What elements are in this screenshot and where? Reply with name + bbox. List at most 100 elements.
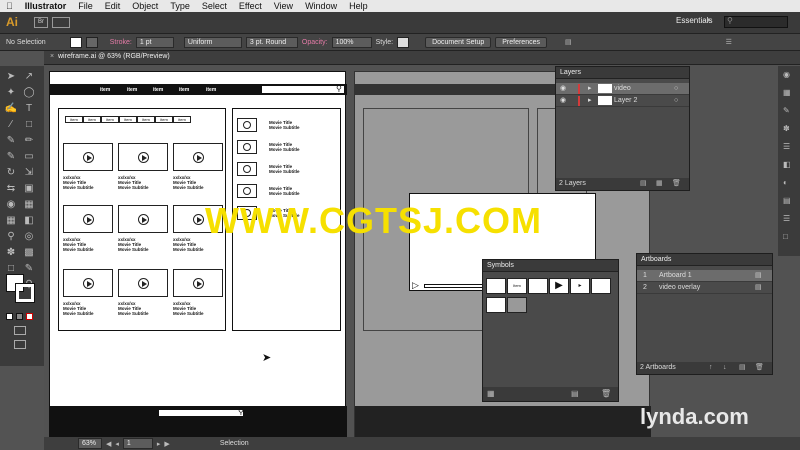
blend-tool-icon[interactable]: ◎ [22, 230, 36, 244]
search-input[interactable] [724, 16, 788, 28]
play-symbol-icon[interactable]: ▶ [549, 278, 569, 294]
magic-wand-icon[interactable]: ✦ [4, 86, 18, 100]
type-tool-icon[interactable]: T [22, 102, 36, 116]
preferences-button[interactable]: Preferences [495, 36, 547, 48]
symbol-tile[interactable] [486, 297, 506, 313]
move-up-icon[interactable]: ↑ [709, 362, 713, 374]
width-tool-icon[interactable]: ⇆ [4, 182, 18, 196]
slice-tool-icon[interactable]: ✎ [22, 262, 36, 276]
selection-tool-icon[interactable]: ➤ [4, 70, 18, 84]
first-artboard-icon[interactable]: ◀ [106, 440, 111, 448]
next-artboard-icon[interactable]: ▸ [157, 440, 161, 448]
pen-tool-icon[interactable]: ✍ [4, 102, 18, 116]
symbol-tile[interactable] [528, 278, 548, 294]
gradient-tool-icon[interactable]: ◧ [22, 214, 36, 228]
fill-swatch[interactable] [69, 36, 82, 48]
menu-edit[interactable]: Edit [99, 1, 127, 11]
graph-tool-icon[interactable]: ▩ [22, 246, 36, 260]
rotate-tool-icon[interactable]: ↻ [4, 166, 18, 180]
previous-artboard-icon[interactable]: ◂ [115, 440, 119, 448]
target-icon[interactable]: ○ [674, 95, 678, 107]
layers-panel-icon[interactable]: ☰ [783, 214, 790, 223]
symbol-tile[interactable]: Item [507, 278, 527, 294]
screen-mode-icon[interactable] [14, 340, 26, 349]
bridge-button[interactable]: Br [34, 17, 48, 28]
symbol-tile[interactable] [591, 278, 611, 294]
color-mode-button[interactable] [6, 313, 13, 320]
symbols-title[interactable]: Symbols [483, 260, 618, 272]
close-icon[interactable]: × [50, 53, 54, 60]
eye-icon[interactable]: ◉ [560, 95, 566, 107]
symbol-tile[interactable] [507, 297, 527, 313]
expand-icon[interactable]: ▸ [588, 83, 592, 95]
panel-menu-icon[interactable]: ☰ [726, 38, 732, 46]
menu-file[interactable]: File [72, 1, 99, 11]
symbol-libraries-icon[interactable]: ▦ [487, 389, 495, 398]
new-layer-icon[interactable]: ▤ [640, 178, 647, 190]
lasso-icon[interactable]: ◯ [22, 86, 36, 100]
color-panel-icon[interactable]: ◉ [783, 70, 790, 79]
delete-symbol-icon[interactable]: 🗑 [601, 389, 611, 398]
eye-icon[interactable]: ◉ [560, 83, 566, 95]
free-transform-icon[interactable]: ▣ [22, 182, 36, 196]
expand-icon[interactable]: ▸ [588, 95, 592, 107]
symbol-sprayer-icon[interactable]: ✽ [4, 246, 18, 260]
layer-name[interactable]: Layer 2 [614, 95, 637, 107]
opacity-field[interactable]: 100% [331, 36, 372, 48]
zoom-field[interactable]: 63% [78, 438, 102, 449]
pencil-icon[interactable]: ✏ [22, 134, 36, 148]
new-artboard-icon[interactable]: ▤ [739, 362, 746, 374]
last-artboard-icon[interactable]: ▶ [164, 440, 169, 448]
menu-type[interactable]: Type [164, 1, 196, 11]
swatches-panel-icon[interactable]: ▦ [783, 88, 791, 97]
delete-layer-icon[interactable]: 🗑 [672, 178, 681, 190]
shape-builder-icon[interactable]: ◉ [4, 198, 18, 212]
opacity-label[interactable]: Opacity: [302, 39, 328, 46]
arrow-symbol-icon[interactable]: ▸ [570, 278, 590, 294]
layer-row-video[interactable]: ◉ ▸ video ○ [556, 83, 689, 95]
perspective-grid-icon[interactable]: ▦ [22, 198, 36, 212]
stroke-color-box[interactable] [15, 283, 35, 303]
artboard-row[interactable]: 2 video overlay ▤ [637, 282, 772, 294]
align-icon[interactable]: ▤ [565, 38, 572, 46]
artboard-options-icon[interactable]: ▤ [755, 270, 762, 282]
artboards-title[interactable]: Artboards [637, 254, 772, 266]
symbols-panel-icon[interactable]: ✽ [783, 124, 790, 133]
current-tool-status[interactable]: Selection [220, 440, 249, 447]
appearance-panel-icon[interactable]: ▤ [783, 196, 791, 205]
eyedropper-icon[interactable]: ⚲ [4, 230, 18, 244]
eraser-icon[interactable]: ▭ [22, 150, 36, 164]
delete-artboard-icon[interactable]: 🗑 [755, 362, 764, 374]
artboard-number-field[interactable]: 1 [122, 438, 153, 449]
document-setup-button[interactable]: Document Setup [425, 36, 492, 48]
brush-definition[interactable]: 3 pt. Round [245, 36, 298, 48]
artboard-name[interactable]: Artboard 1 [659, 270, 692, 282]
layers-title[interactable]: Layers [556, 67, 689, 79]
gradient-panel-icon[interactable]: ◧ [783, 160, 791, 169]
chevron-down-icon[interactable]: ▾ [707, 16, 711, 24]
direct-selection-icon[interactable]: ↗ [22, 70, 36, 84]
stroke-swatch[interactable] [85, 36, 98, 48]
menu-help[interactable]: Help [343, 1, 374, 11]
arrange-documents-button[interactable] [52, 17, 70, 28]
artboard-1[interactable]: item item item item item ⚲ item item ite… [49, 71, 347, 439]
layer-row-layer-2[interactable]: ◉ ▸ Layer 2 ○ [556, 95, 689, 107]
graphic-style-swatch[interactable] [397, 36, 410, 48]
artboard-options-icon[interactable]: ▤ [755, 282, 762, 294]
draw-mode-icon[interactable] [14, 326, 26, 335]
stroke-label[interactable]: Stroke: [110, 39, 132, 46]
target-icon[interactable]: ○ [674, 83, 678, 95]
artboards-panel-icon[interactable]: □ [783, 232, 788, 241]
transparency-panel-icon[interactable]: ◐ [783, 178, 788, 187]
stroke-weight-field[interactable]: 1 pt [135, 36, 174, 48]
menu-select[interactable]: Select [196, 1, 233, 11]
line-tool-icon[interactable]: ∕ [4, 118, 18, 132]
menu-object[interactable]: Object [126, 1, 164, 11]
blob-brush-icon[interactable]: ✎ [4, 150, 18, 164]
new-symbol-icon[interactable]: ▤ [571, 389, 579, 398]
symbol-tile[interactable] [486, 278, 506, 294]
rectangle-tool-icon[interactable]: □ [22, 118, 36, 132]
stroke-panel-icon[interactable]: ☰ [783, 142, 790, 151]
layer-name[interactable]: video [614, 83, 631, 95]
menu-view[interactable]: View [268, 1, 299, 11]
